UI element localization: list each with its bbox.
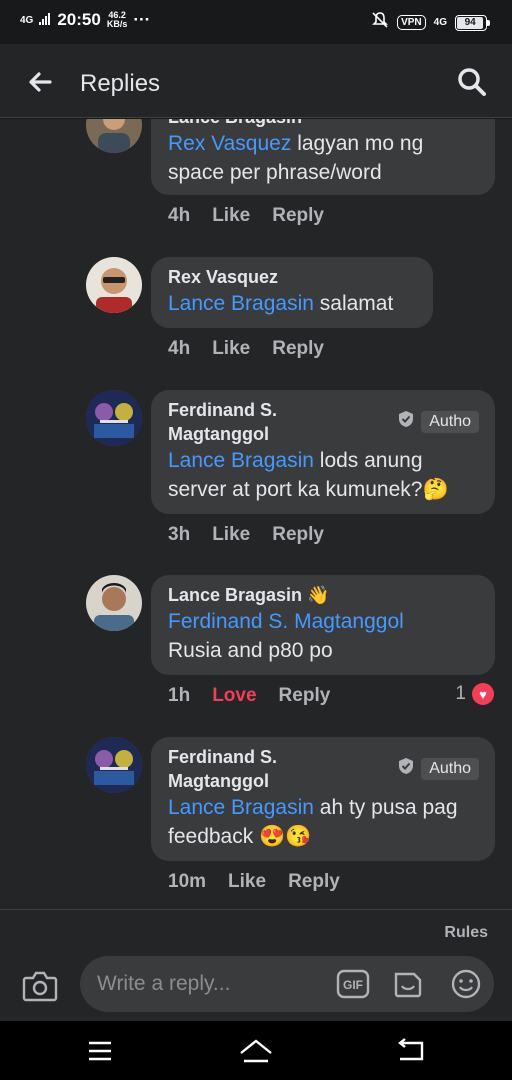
reply-button[interactable]: Reply xyxy=(279,685,331,707)
comment-actions: 3h Like Reply xyxy=(168,524,346,546)
avatar[interactable] xyxy=(86,390,142,446)
comment-text: Rex Vasquez lagyan mo ng xyxy=(168,132,424,155)
like-button[interactable]: Like xyxy=(212,205,250,227)
replies-list[interactable]: Lance Bragasin Rex Vasquez lagyan mo ng … xyxy=(0,119,512,909)
thinking-emoji: 🤔 xyxy=(422,478,449,501)
comment-text: Lance Bragasin lods anung xyxy=(168,449,423,472)
like-button[interactable]: Like xyxy=(228,871,266,893)
comment-bubble[interactable]: Ferdinand S. Magtanggol Autho Lance Brag… xyxy=(151,390,495,514)
signal-icon xyxy=(39,10,51,30)
timestamp: 1h xyxy=(168,685,191,706)
search-icon[interactable] xyxy=(456,66,488,98)
author-name[interactable]: Lance Bragasin xyxy=(168,119,478,129)
comment-actions: 10m Like Reply xyxy=(168,871,362,893)
vpn-badge: VPN xyxy=(397,15,426,30)
like-button[interactable]: Like xyxy=(212,338,250,360)
comment-text-line: space per phrase/word xyxy=(168,161,382,184)
app-header: Replies xyxy=(0,44,512,118)
comment-text-line: feedback 😍😘 xyxy=(168,825,312,848)
status-bar: 4G 20:50 46.2 KB/s ··· VPN 4G 94 xyxy=(0,0,512,44)
camera-icon[interactable] xyxy=(22,970,58,1002)
mention-link[interactable]: Rex Vasquez xyxy=(168,132,291,155)
avatar[interactable] xyxy=(86,737,142,793)
reaction-count: 1 xyxy=(455,683,466,704)
comment-text: Lance Bragasin ah ty pusa pag xyxy=(168,796,458,819)
comment-actions: 4h Like Reply xyxy=(168,338,346,360)
comment-text: Rusia and p80 po xyxy=(168,639,333,662)
emoji-icon[interactable] xyxy=(450,968,482,1000)
sticker-icon[interactable] xyxy=(392,968,424,1000)
network-type-right: 4G xyxy=(433,17,447,28)
shield-check-icon xyxy=(397,757,415,780)
reply-button[interactable]: Reply xyxy=(272,338,324,360)
comment-bubble[interactable]: Rex Vasquez Lance Bragasin salamat xyxy=(151,257,433,328)
reply-composer: Rules Write a reply... GIF xyxy=(0,909,512,1021)
timestamp: 10m xyxy=(168,871,207,892)
love-reaction-button[interactable]: Love xyxy=(212,685,256,707)
author-label: Autho xyxy=(421,757,479,780)
battery-icon: 94 xyxy=(455,14,490,31)
gif-icon[interactable]: GIF xyxy=(336,968,370,1000)
mute-icon xyxy=(371,11,389,34)
svg-text:GIF: GIF xyxy=(343,978,363,992)
mention-link[interactable]: Lance Bragasin xyxy=(168,292,314,315)
comment-bubble[interactable]: Ferdinand S. Magtanggol Autho Lance Brag… xyxy=(151,737,495,861)
shield-check-icon xyxy=(397,410,415,433)
timestamp: 4h xyxy=(168,338,191,359)
arrow-left-icon[interactable] xyxy=(26,68,54,96)
comment-bubble[interactable]: Lance Bragasin 👋 Ferdinand S. Magtanggol… xyxy=(151,575,495,675)
system-nav-bar xyxy=(0,1021,512,1080)
heart-eyes-emoji: 😍😘 xyxy=(259,825,312,848)
mention-link[interactable]: Lance Bragasin xyxy=(168,796,314,819)
avatar[interactable] xyxy=(86,257,142,313)
status-right: VPN 4G 94 xyxy=(371,11,490,34)
recent-apps-icon[interactable] xyxy=(86,1037,118,1065)
timestamp: 3h xyxy=(168,524,191,545)
battery-level: 94 xyxy=(457,16,484,29)
status-left: 4G 20:50 46.2 KB/s ··· xyxy=(20,10,150,30)
comment-bubble[interactable]: Lance Bragasin Rex Vasquez lagyan mo ng … xyxy=(151,119,495,195)
comment-text-line: server at port ka kumunek?🤔 xyxy=(168,478,449,501)
author-label: Autho xyxy=(421,410,479,433)
comment-actions: 1h Love Reply xyxy=(168,685,352,707)
reply-button[interactable]: Reply xyxy=(272,524,324,546)
reply-button[interactable]: Reply xyxy=(272,205,324,227)
author-badge: Autho xyxy=(397,410,479,433)
author-name[interactable]: Ferdinand S. Magtanggol xyxy=(168,745,368,793)
mention-link[interactable]: Lance Bragasin xyxy=(168,449,314,472)
mention-link[interactable]: Ferdinand S. Magtanggol xyxy=(168,607,478,636)
page-title: Replies xyxy=(80,70,161,97)
reaction-summary[interactable]: 1 ♥ xyxy=(455,683,494,705)
avatar[interactable] xyxy=(86,575,142,631)
rules-link[interactable]: Rules xyxy=(444,924,488,942)
comment-text: Lance Bragasin salamat xyxy=(168,292,394,315)
network-type: 4G xyxy=(20,14,34,26)
author-name[interactable]: Lance Bragasin 👋 xyxy=(168,583,478,607)
comment-actions: 4h Like Reply xyxy=(168,205,346,227)
home-icon[interactable] xyxy=(238,1037,274,1065)
heart-icon: ♥ xyxy=(472,683,494,705)
more-notifications: ··· xyxy=(133,10,151,29)
back-nav-icon[interactable] xyxy=(396,1037,428,1065)
like-button[interactable]: Like xyxy=(212,524,250,546)
reply-button[interactable]: Reply xyxy=(288,871,340,893)
reply-placeholder: Write a reply... xyxy=(97,972,231,995)
avatar[interactable] xyxy=(86,119,142,153)
author-name[interactable]: Ferdinand S. Magtanggol xyxy=(168,398,368,446)
author-name[interactable]: Rex Vasquez xyxy=(168,265,416,289)
network-speed: 46.2 KB/s xyxy=(106,10,128,29)
reply-input[interactable]: Write a reply... GIF xyxy=(80,956,494,1012)
wave-emoji: 👋 xyxy=(307,585,330,605)
timestamp: 4h xyxy=(168,205,191,226)
clock: 20:50 xyxy=(57,10,101,29)
author-badge: Autho xyxy=(397,757,479,780)
